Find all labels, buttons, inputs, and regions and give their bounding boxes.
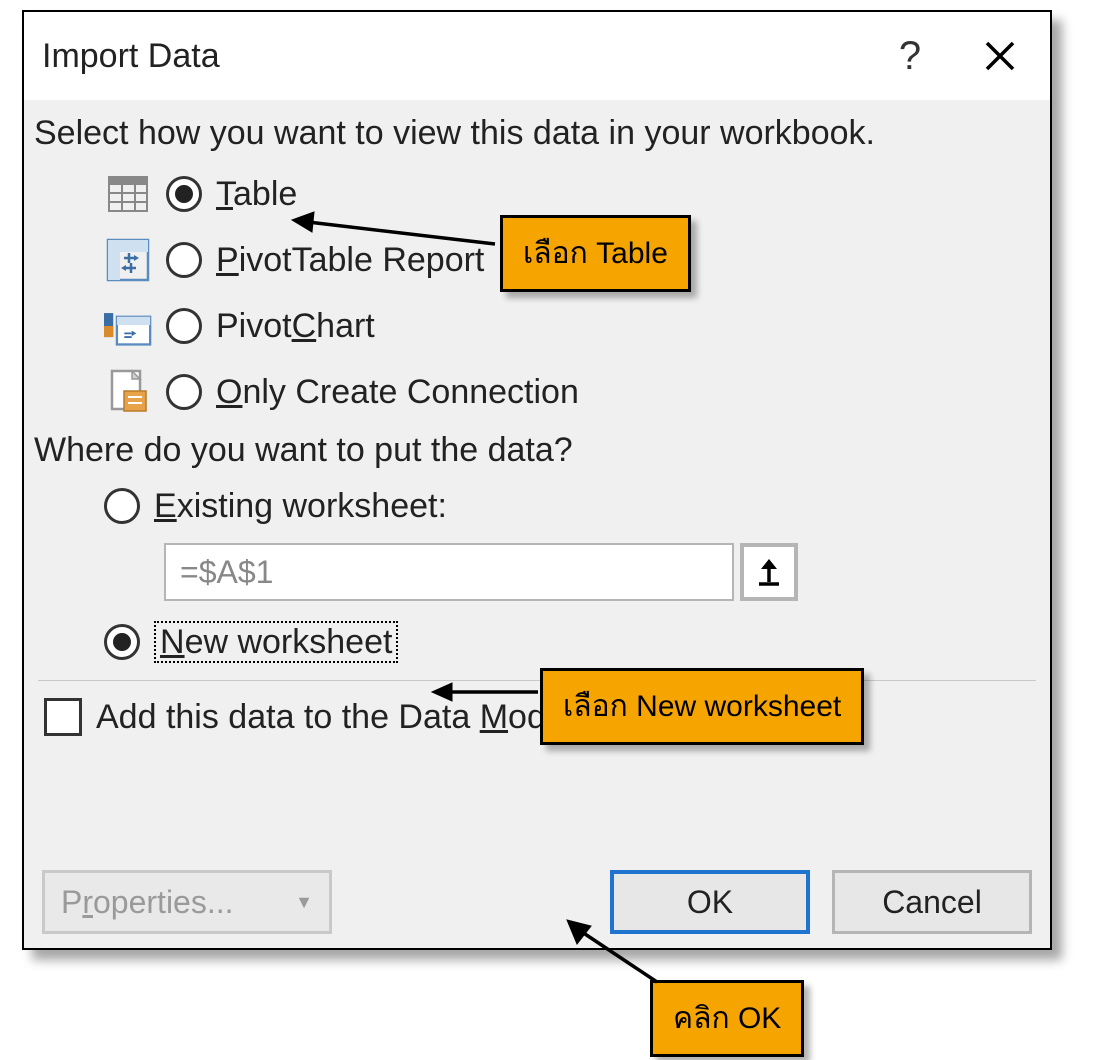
new-worksheet-label: New worksheet xyxy=(154,623,398,662)
radio-pivotchart[interactable] xyxy=(166,308,202,344)
radio-new-worksheet[interactable] xyxy=(104,624,140,660)
properties-label: Properties... xyxy=(61,884,234,921)
option-pivotchart[interactable]: PivotChart xyxy=(34,293,1040,359)
view-section-label: Select how you want to view this data in… xyxy=(34,114,1040,153)
properties-button: Properties... ▼ xyxy=(42,870,332,934)
close-icon xyxy=(983,39,1017,73)
radio-only-connection[interactable] xyxy=(166,374,202,410)
chevron-down-icon: ▼ xyxy=(295,892,313,913)
arrow-to-new-worksheet xyxy=(430,680,542,704)
place-section-label: Where do you want to put the data? xyxy=(34,431,1040,470)
connection-icon xyxy=(104,368,152,416)
callout-table: เลือก Table xyxy=(500,215,691,292)
option-table-label: Table xyxy=(216,175,297,214)
dialog-title: Import Data xyxy=(24,37,870,76)
table-icon xyxy=(104,170,152,218)
import-data-dialog: Import Data ? Select how you want to vie… xyxy=(22,10,1052,950)
arrow-to-table xyxy=(290,210,500,262)
radio-table[interactable] xyxy=(166,176,202,212)
cell-ref-input[interactable] xyxy=(164,543,734,601)
help-button[interactable]: ? xyxy=(870,34,950,79)
pivottable-icon xyxy=(104,236,152,284)
checkbox-data-model[interactable] xyxy=(44,698,82,736)
titlebar: Import Data ? xyxy=(24,12,1050,100)
pivotchart-icon xyxy=(104,302,152,350)
cancel-button[interactable]: Cancel xyxy=(832,870,1032,934)
callout-ok: คลิก OK xyxy=(650,980,804,1057)
callout-new-worksheet: เลือก New worksheet xyxy=(540,668,864,745)
cell-ref-row xyxy=(34,540,1040,604)
option-pivotchart-label: PivotChart xyxy=(216,307,375,346)
collapse-arrow-icon xyxy=(754,557,784,587)
radio-existing-worksheet[interactable] xyxy=(104,488,140,524)
option-only-connection-label: Only Create Connection xyxy=(216,373,579,412)
close-button[interactable] xyxy=(950,39,1050,73)
option-existing-worksheet[interactable]: Existing worksheet: xyxy=(34,478,1040,534)
radio-pivottable[interactable] xyxy=(166,242,202,278)
option-new-worksheet[interactable]: New worksheet xyxy=(34,614,1040,670)
arrow-to-ok xyxy=(565,918,665,988)
collapse-dialog-button[interactable] xyxy=(740,543,798,601)
button-row: Properties... ▼ OK Cancel xyxy=(24,870,1050,934)
existing-worksheet-label: Existing worksheet: xyxy=(154,487,447,526)
option-only-connection[interactable]: Only Create Connection xyxy=(34,359,1040,425)
